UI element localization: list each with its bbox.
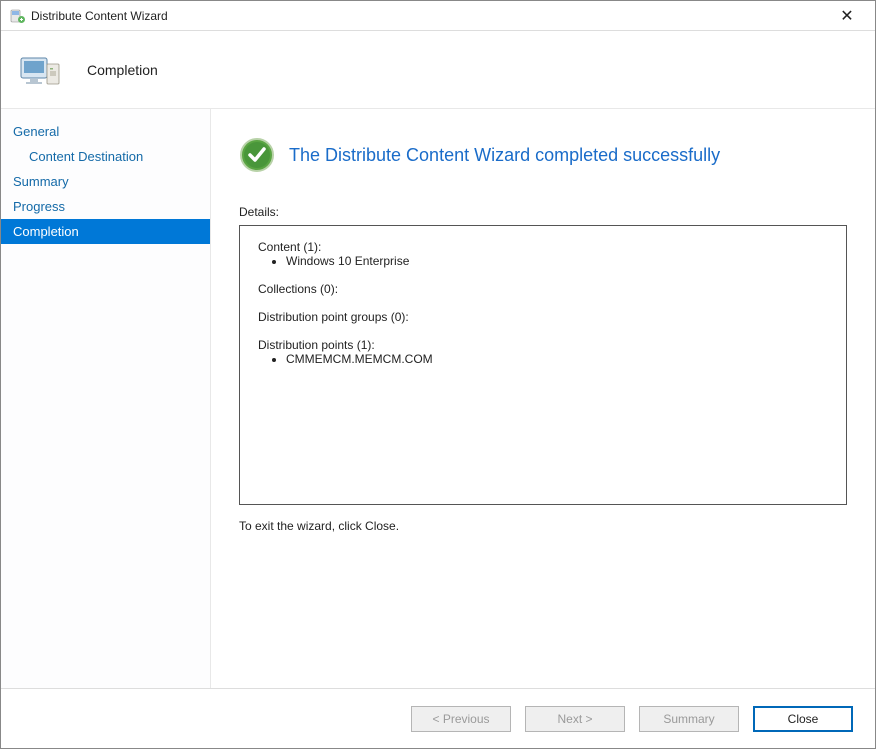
close-icon[interactable]: ✕ [827,6,867,26]
window-title: Distribute Content Wizard [31,9,168,23]
sidebar-item-progress[interactable]: Progress [1,194,210,219]
details-dps-title: Distribution points (1): [258,338,828,352]
sidebar-item-completion[interactable]: Completion [1,219,210,244]
sidebar: General Content Destination Summary Prog… [1,109,211,688]
sidebar-item-summary[interactable]: Summary [1,169,210,194]
wizard-body: General Content Destination Summary Prog… [1,109,875,688]
app-icon [9,8,25,24]
wizard-header: Completion [1,31,875,109]
footer: < Previous Next > Summary Close [1,688,875,748]
details-box: Content (1): Windows 10 Enterprise Colle… [239,225,847,505]
details-collections-group: Collections (0): [258,282,828,296]
details-dps-item: CMMEMCM.MEMCM.COM [286,352,828,366]
main-panel: The Distribute Content Wizard completed … [211,109,875,688]
details-content-title: Content (1): [258,240,828,254]
wizard-window: Distribute Content Wizard ✕ Completion G… [0,0,876,749]
success-message: The Distribute Content Wizard completed … [289,145,720,166]
titlebar: Distribute Content Wizard ✕ [1,1,875,31]
computer-icon [17,46,65,94]
details-collections-title: Collections (0): [258,282,828,296]
details-label: Details: [239,205,847,219]
success-banner: The Distribute Content Wizard completed … [239,137,847,173]
page-title: Completion [87,62,158,78]
check-circle-icon [239,137,275,173]
details-content-item: Windows 10 Enterprise [286,254,828,268]
sidebar-item-general[interactable]: General [1,119,210,144]
close-button[interactable]: Close [753,706,853,732]
details-dpgroups-title: Distribution point groups (0): [258,310,828,324]
sidebar-item-content-destination[interactable]: Content Destination [1,144,210,169]
summary-button: Summary [639,706,739,732]
next-button: Next > [525,706,625,732]
previous-button: < Previous [411,706,511,732]
details-dps-group: Distribution points (1): CMMEMCM.MEMCM.C… [258,338,828,366]
details-content-group: Content (1): Windows 10 Enterprise [258,240,828,268]
details-dpgroups-group: Distribution point groups (0): [258,310,828,324]
exit-hint: To exit the wizard, click Close. [239,519,847,533]
